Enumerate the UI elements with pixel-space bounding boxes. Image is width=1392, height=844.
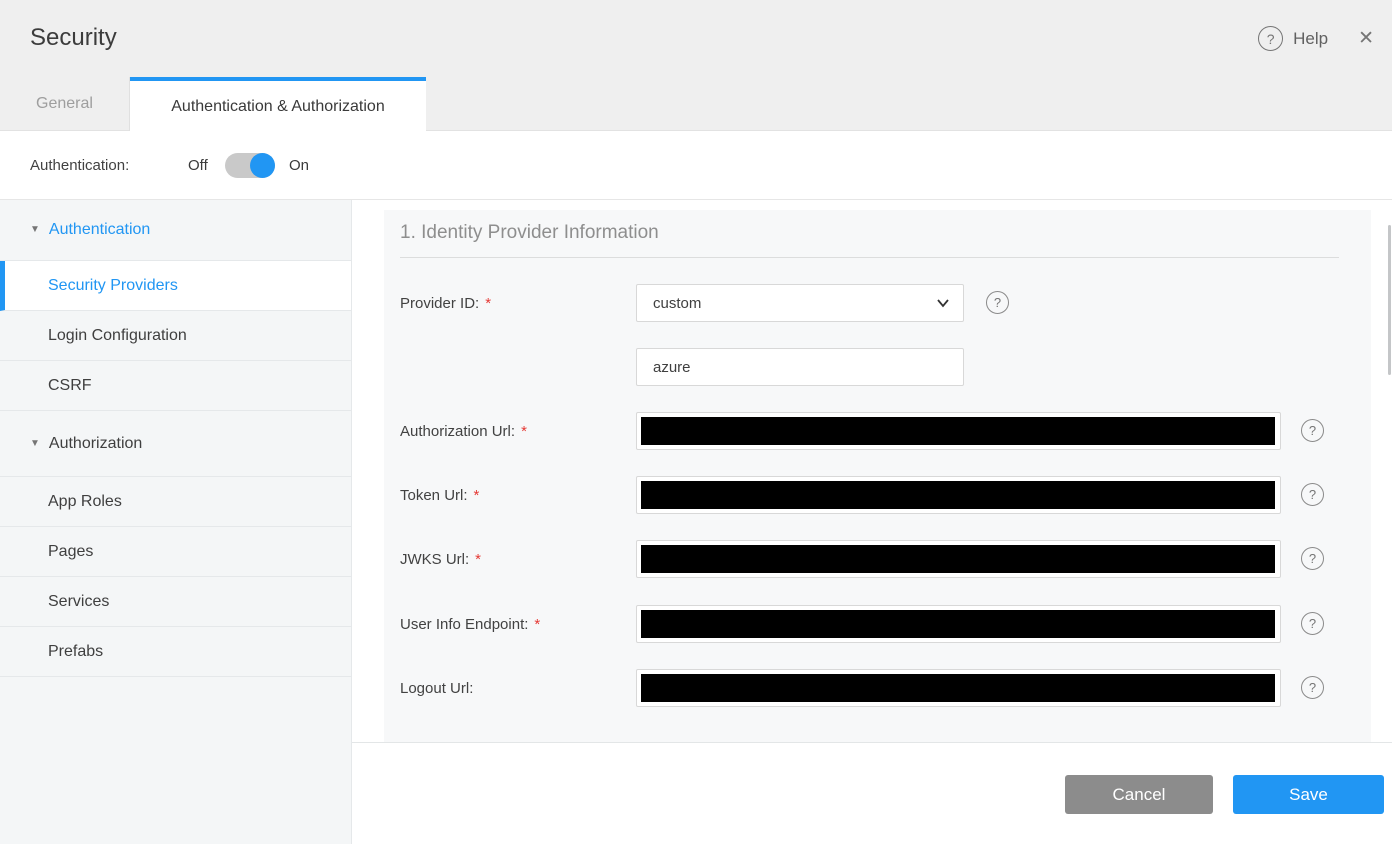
- provider-id-help-icon[interactable]: ?: [986, 291, 1009, 314]
- sidebar-item-label: App Roles: [48, 492, 122, 510]
- sidebar-item-security-providers[interactable]: Security Providers: [0, 261, 351, 311]
- authorization-url-row: Authorization Url: * ?: [400, 412, 1371, 450]
- redacted-value: [641, 674, 1275, 702]
- provider-id-select[interactable]: custom: [636, 284, 964, 322]
- help-label: Help: [1293, 28, 1329, 48]
- vertical-scrollbar-thumb[interactable]: [1388, 225, 1391, 375]
- logout-url-row: Logout Url: ?: [400, 669, 1371, 707]
- sidebar-item-login-configuration[interactable]: Login Configuration: [0, 311, 351, 361]
- authorization-url-help-icon[interactable]: ?: [1301, 419, 1324, 442]
- tab-authentication-authorization[interactable]: Authentication & Authorization: [130, 77, 426, 132]
- required-asterisk: *: [485, 294, 492, 312]
- provider-id-row: Provider ID: * custom ?: [400, 284, 1371, 322]
- tab-bar: General Authentication & Authorization: [0, 77, 1392, 132]
- token-url-input[interactable]: [636, 476, 1281, 514]
- required-asterisk: *: [475, 550, 482, 568]
- toggle-on-label: On: [289, 157, 310, 174]
- user-info-endpoint-label: User Info Endpoint: *: [400, 615, 541, 633]
- redacted-value: [641, 545, 1275, 573]
- provider-id-label: Provider ID: *: [400, 294, 492, 312]
- jwks-url-input[interactable]: [636, 540, 1281, 578]
- sidebar-group-authorization[interactable]: ▼ Authorization: [0, 411, 351, 477]
- dialog-body: ▼ Authentication Security Providers Logi…: [0, 200, 1392, 844]
- footer-divider: [352, 742, 1392, 743]
- chevron-down-icon: [937, 299, 949, 308]
- cancel-button[interactable]: Cancel: [1065, 775, 1213, 814]
- sidebar-item-label: Pages: [48, 542, 94, 560]
- sidebar: ▼ Authentication Security Providers Logi…: [0, 200, 352, 844]
- save-button[interactable]: Save: [1233, 775, 1384, 814]
- provider-name-row: azure: [400, 348, 1371, 386]
- logout-url-label: Logout Url:: [400, 679, 474, 697]
- jwks-url-row: JWKS Url: * ?: [400, 540, 1371, 578]
- authentication-label: Authentication:: [30, 157, 130, 174]
- sidebar-group-label: Authorization: [48, 434, 143, 452]
- dialog-header: Security ? Help ✕: [0, 0, 1392, 77]
- tab-auth-label: Authentication & Authorization: [171, 97, 385, 115]
- user-info-endpoint-row: User Info Endpoint: * ?: [400, 605, 1371, 643]
- authorization-url-label: Authorization Url: *: [400, 422, 527, 440]
- jwks-url-help-icon[interactable]: ?: [1301, 547, 1324, 570]
- identity-provider-panel: 1. Identity Provider Information Provide…: [384, 210, 1371, 742]
- expand-triangle-icon: ▼: [30, 437, 40, 449]
- main-content: 1. Identity Provider Information Provide…: [352, 200, 1392, 844]
- toggle-knob: [250, 153, 275, 178]
- sidebar-group-authentication[interactable]: ▼ Authentication: [0, 200, 351, 261]
- sidebar-item-csrf[interactable]: CSRF: [0, 361, 351, 411]
- sidebar-item-label: Security Providers: [48, 276, 178, 294]
- sidebar-item-app-roles[interactable]: App Roles: [0, 477, 351, 527]
- help-icon: ?: [1258, 26, 1284, 51]
- authentication-toggle[interactable]: [225, 153, 275, 178]
- header-actions: ? Help ✕: [1258, 0, 1374, 77]
- security-dialog: Security ? Help ✕ General Authentication…: [0, 0, 1392, 844]
- authorization-url-input[interactable]: [636, 412, 1281, 450]
- provider-name-input[interactable]: azure: [636, 348, 964, 386]
- toggle-off-label: Off: [188, 157, 208, 174]
- token-url-help-icon[interactable]: ?: [1301, 483, 1324, 506]
- authentication-toggle-row: Authentication: Off On: [0, 131, 1392, 200]
- token-url-label: Token Url: *: [400, 486, 480, 504]
- required-asterisk: *: [521, 422, 527, 440]
- user-info-endpoint-input[interactable]: [636, 605, 1281, 643]
- logout-url-help-icon[interactable]: ?: [1301, 676, 1324, 699]
- page-title: Security: [30, 24, 117, 51]
- provider-id-selected-value: custom: [653, 294, 702, 312]
- sidebar-item-prefabs[interactable]: Prefabs: [0, 627, 351, 677]
- redacted-value: [641, 610, 1275, 638]
- provider-name-value: azure: [653, 358, 691, 376]
- tab-general[interactable]: General: [0, 77, 130, 131]
- sidebar-item-services[interactable]: Services: [0, 577, 351, 627]
- sidebar-item-label: Services: [48, 592, 110, 610]
- sidebar-item-label: Prefabs: [48, 642, 104, 660]
- jwks-url-label: JWKS Url: *: [400, 550, 482, 568]
- section-title: 1. Identity Provider Information: [400, 222, 659, 243]
- sidebar-item-pages[interactable]: Pages: [0, 527, 351, 577]
- token-url-row: Token Url: * ?: [400, 476, 1371, 514]
- redacted-value: [641, 481, 1275, 509]
- tab-general-label: General: [36, 95, 93, 112]
- required-asterisk: *: [534, 615, 541, 633]
- logout-url-input[interactable]: [636, 669, 1281, 707]
- redacted-value: [641, 417, 1275, 445]
- close-icon[interactable]: ✕: [1358, 29, 1374, 48]
- help-button[interactable]: ? Help: [1258, 26, 1328, 51]
- sidebar-group-label: Authentication: [48, 221, 151, 238]
- sidebar-item-label: Login Configuration: [48, 326, 187, 344]
- user-info-endpoint-help-icon[interactable]: ?: [1301, 612, 1324, 635]
- sidebar-item-label: CSRF: [48, 376, 92, 394]
- expand-triangle-icon: ▼: [30, 224, 40, 235]
- required-asterisk: *: [473, 486, 480, 504]
- section-divider: [400, 257, 1339, 258]
